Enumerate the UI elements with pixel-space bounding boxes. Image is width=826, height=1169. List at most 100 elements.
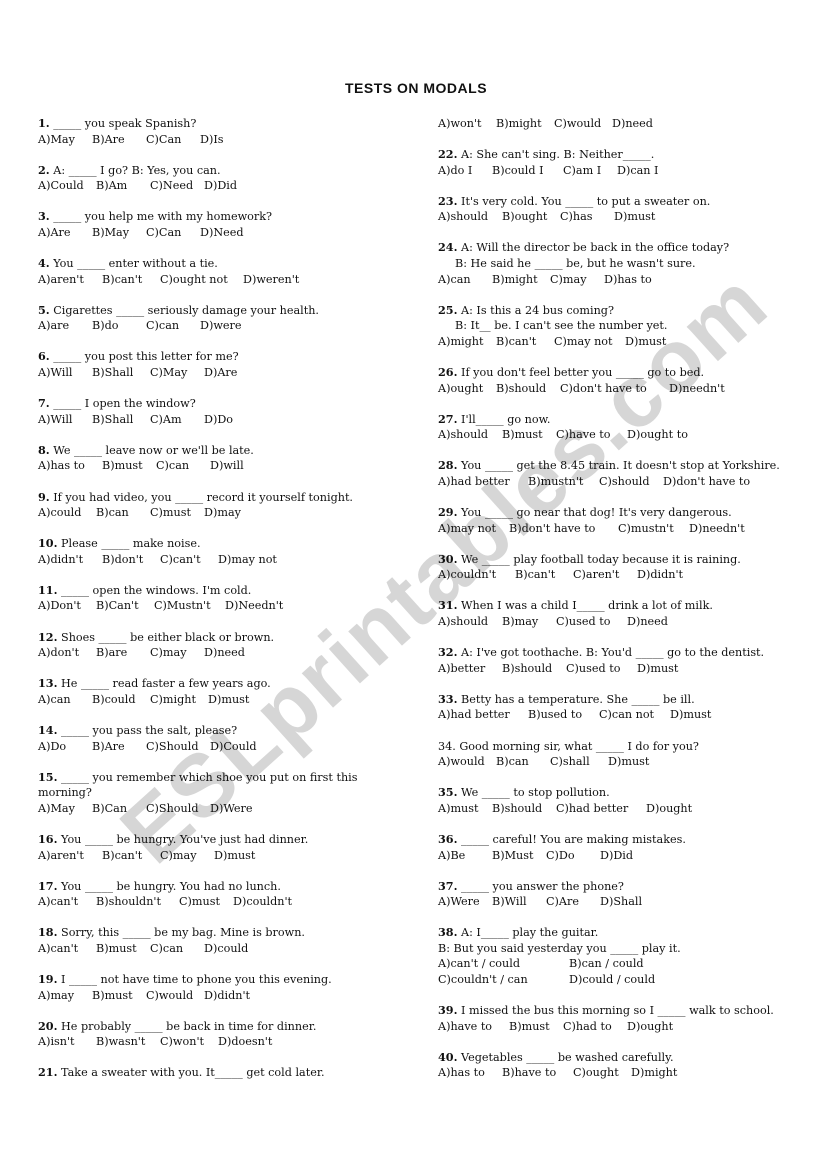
answer-option-d[interactable]: D)Shall [600,894,658,910]
answer-option-a[interactable]: A)must [438,801,492,817]
answer-option-b[interactable]: B)can [496,754,550,770]
answer-option-b[interactable]: B)should [492,801,556,817]
answer-option-b[interactable]: B)must [92,988,146,1004]
answer-option-d[interactable]: D)didn't [204,988,268,1004]
answer-option-a[interactable]: A)had better [438,474,528,490]
answer-option-b[interactable]: B)shouldn't [96,894,179,910]
answer-option-c[interactable]: C)had to [563,1019,627,1035]
answer-option-d[interactable]: D)need [612,116,666,132]
answer-option-a[interactable]: A)aren't [38,848,102,864]
answer-option-a[interactable]: A)would [438,754,496,770]
answer-option-b[interactable]: B)don't [102,552,160,568]
answer-option-a[interactable]: A)should [438,427,502,443]
answer-option-d[interactable]: D)must [208,692,262,708]
answer-option-a[interactable]: A)can't [38,894,96,910]
answer-option-c[interactable]: C)had better [556,801,646,817]
answer-option-d[interactable]: D)must [614,209,668,225]
answer-option-b[interactable]: B)can't [102,848,160,864]
answer-option-c[interactable]: C)am I [563,163,617,179]
answer-option-d[interactable]: D)might [631,1065,689,1081]
answer-option-d[interactable]: D)must [214,848,268,864]
answer-option-c[interactable]: C)would [554,116,612,132]
answer-option-c[interactable]: C)won't [160,1034,218,1050]
answer-option-b[interactable]: B)do [92,318,146,334]
answer-option-c[interactable]: C)may [150,645,204,661]
answer-option-d[interactable]: D)needn't [689,521,760,537]
answer-option-b[interactable]: B)can't [496,334,554,350]
answer-option-c[interactable]: C)should [599,474,663,490]
answer-option-d[interactable]: D)ought [627,1019,685,1035]
answer-option-d[interactable]: D)couldn't [233,894,310,910]
answer-option-a[interactable]: A)can [38,692,92,708]
answer-option-b[interactable]: B)may [502,614,556,630]
answer-option-c[interactable]: C)must [150,505,204,521]
answer-option-c[interactable]: C)shall [550,754,608,770]
answer-option-a[interactable]: A)Be [438,848,492,864]
answer-option-d[interactable]: D)can I [617,163,675,179]
answer-option-a[interactable]: A)May [38,132,92,148]
answer-option-d[interactable]: D)ought to [627,427,704,443]
answer-option-b[interactable]: B)Are [92,132,146,148]
answer-option-b[interactable]: B)don't have to [509,521,618,537]
answer-option-d[interactable]: D)ought [646,801,704,817]
answer-option-b[interactable]: B)might [492,272,550,288]
answer-option-a[interactable]: A)may [38,988,92,1004]
answer-option-c[interactable]: C)has [560,209,614,225]
answer-option-d[interactable]: D)may [204,505,258,521]
answer-option-a[interactable]: A)has to [438,1065,502,1081]
answer-option-c[interactable]: C)Should [146,801,210,817]
answer-option-b[interactable]: B)must [502,427,556,443]
answer-option-d[interactable]: D)were [200,318,254,334]
answer-option-d[interactable]: D)Need [200,225,254,241]
answer-option-c[interactable]: C)may not [554,334,625,350]
answer-option-d[interactable]: D)doesn't [218,1034,289,1050]
answer-option-a[interactable]: A)couldn't [438,567,515,583]
answer-option-d[interactable]: D)may not [218,552,289,568]
answer-option-b[interactable]: B)should [496,381,560,397]
answer-option-d[interactable]: D)must [670,707,724,723]
answer-option-c[interactable]: C)ought not [160,272,243,288]
answer-option-a[interactable]: A)should [438,209,502,225]
answer-option-c[interactable]: C)used to [566,661,637,677]
answer-option-d[interactable]: D)could [204,941,262,957]
answer-option-c[interactable]: C)can [150,941,204,957]
answer-option-c[interactable]: C)Are [546,894,600,910]
answer-option-a[interactable]: A)can't [38,941,96,957]
answer-option-c[interactable]: C)Can [146,132,200,148]
answer-option-d[interactable]: D)must [625,334,679,350]
answer-option-d[interactable]: D)must [637,661,691,677]
answer-option-c[interactable]: C)May [150,365,204,381]
answer-option-c[interactable]: C)can [146,318,200,334]
answer-option-c[interactable]: C)Do [546,848,600,864]
answer-option-a[interactable]: A)has to [38,458,102,474]
answer-option-b[interactable]: B)can't [515,567,573,583]
answer-option-c[interactable]: C)might [150,692,208,708]
answer-option-a[interactable]: A)don't [38,645,96,661]
answer-option-d[interactable]: D)could / could [569,972,709,988]
answer-option-b[interactable]: B)might [496,116,554,132]
answer-option-c[interactable]: C)can't [160,552,218,568]
answer-option-b[interactable]: B)must [102,458,156,474]
answer-option-b[interactable]: B)Am [96,178,150,194]
answer-option-a[interactable]: A)had better [438,707,528,723]
answer-option-d[interactable]: D)must [608,754,662,770]
answer-option-a[interactable]: A)better [438,661,502,677]
answer-option-d[interactable]: D)Did [600,848,654,864]
answer-option-a[interactable]: A)didn't [38,552,102,568]
answer-option-b[interactable]: B)May [92,225,146,241]
answer-option-a[interactable]: A)Could [38,178,96,194]
answer-option-d[interactable]: D)don't have to [663,474,772,490]
answer-option-c[interactable]: C)must [179,894,233,910]
answer-option-a[interactable]: A)Don't [38,598,96,614]
answer-option-b[interactable]: B)ought [502,209,560,225]
answer-option-a[interactable]: A)Do [38,739,92,755]
answer-option-b[interactable]: B)should [502,661,566,677]
answer-option-c[interactable]: C)would [146,988,204,1004]
answer-option-a[interactable]: A)aren't [38,272,102,288]
answer-option-d[interactable]: D)has to [604,272,668,288]
answer-option-b[interactable]: B)have to [502,1065,573,1081]
answer-option-d[interactable]: D)needn't [669,381,740,397]
answer-option-d[interactable]: D)Do [204,412,258,428]
answer-option-b[interactable]: B)used to [528,707,599,723]
answer-option-c[interactable]: C)Should [146,739,210,755]
